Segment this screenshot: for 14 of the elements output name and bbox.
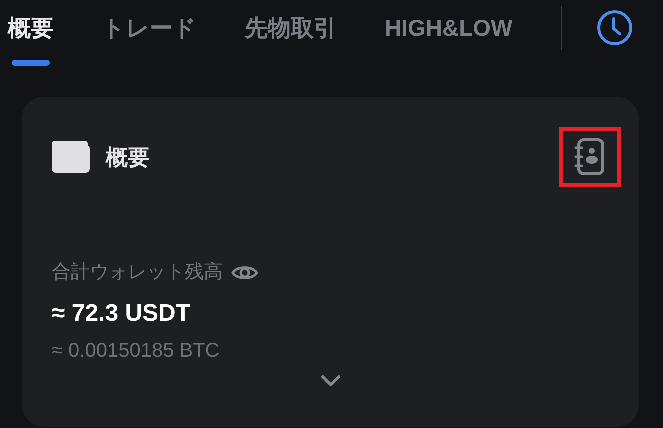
chevron-down-icon[interactable] (320, 374, 342, 388)
balance-label: 合計ウォレット残高 (52, 261, 223, 285)
active-tab-indicator (12, 60, 50, 66)
balance-btc: ≈ 0.00150185 BTC (52, 338, 221, 364)
tab[interactable]: HIGH&LOW (385, 0, 513, 56)
balance-amount: ≈ 72.3 USDT (52, 298, 192, 328)
tab[interactable]: 先物取引 (245, 0, 337, 56)
folder-icon (52, 141, 90, 173)
card-title: 概要 (106, 144, 150, 172)
clock-icon[interactable] (596, 9, 634, 47)
address-book-icon (573, 137, 607, 177)
tab[interactable]: トレード (102, 0, 197, 56)
address-book-button[interactable] (559, 127, 621, 187)
tab[interactable]: 概要 (8, 0, 54, 56)
